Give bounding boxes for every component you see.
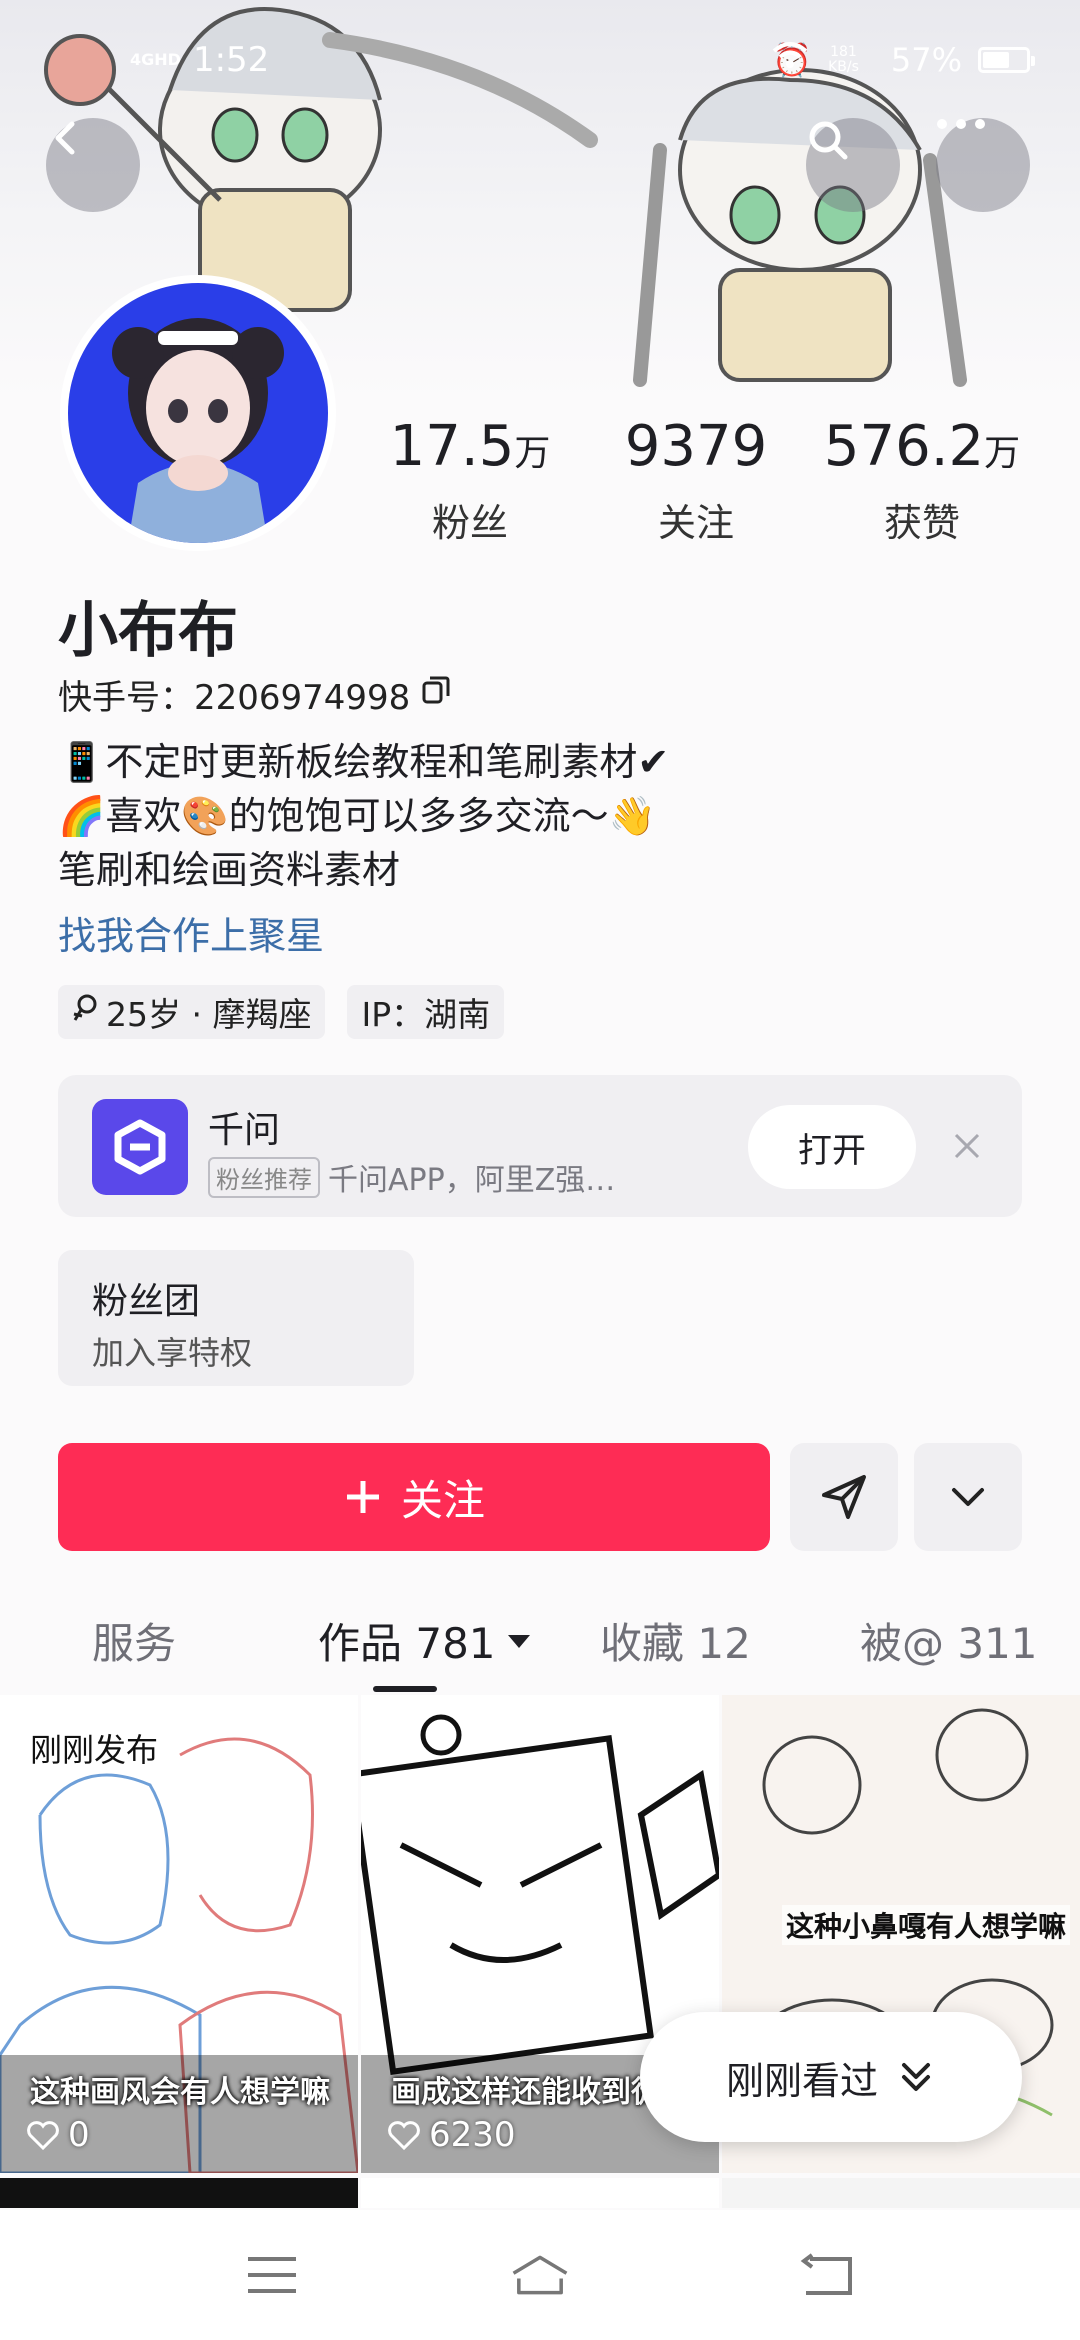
cooperation-link[interactable]: 找我合作上聚星 (58, 905, 324, 960)
battery-icon (978, 47, 1035, 73)
back-nav-icon (800, 2253, 852, 2295)
bio-line: 📱不定时更新板绘教程和笔刷素材✔ (58, 740, 670, 784)
back-arrow-icon (55, 121, 75, 155)
tab-mentions[interactable]: 被@ 311 (860, 1610, 1038, 1671)
kuaishou-id: 快手号：2206974998 (58, 670, 452, 719)
more-dots-icon (937, 119, 985, 129)
heart-icon (388, 2121, 420, 2150)
promo-badge: 粉丝推荐 (208, 1156, 320, 1198)
network-indicator: 4GHD (130, 50, 181, 69)
video-item[interactable] (722, 2178, 1080, 2208)
video-item[interactable] (0, 2178, 358, 2208)
status-bar: 4GHD 1:52 ⏰ 181 KB/s 57% (0, 30, 1080, 90)
bio-line: 🌈喜欢🎨的饱饱可以多多交流～👋 (58, 794, 656, 838)
double-chevron-down-icon (902, 2063, 930, 2091)
just-posted-badge: 刚刚发布 (30, 1731, 159, 1769)
back-button[interactable] (46, 118, 140, 212)
stat-likes[interactable]: 576.2万 获赞 (812, 415, 1032, 547)
video-caption: 这种画风会有人想学嘛 (30, 2075, 330, 2110)
more-options-button[interactable] (914, 1443, 1022, 1551)
battery-percent: 57% (890, 41, 962, 79)
heart-icon (27, 2121, 59, 2150)
promo-close-button[interactable] (942, 1121, 992, 1171)
stat-following[interactable]: 9379 关注 (586, 415, 806, 547)
video-caption: 画成这样还能收到徒 (391, 2075, 661, 2110)
promo-open-button[interactable]: 打开 (748, 1105, 916, 1189)
bio-line: 笔刷和绘画资料素材 (58, 848, 401, 892)
promo-subtitle-row: 粉丝推荐 千问APP，阿里Z强… (208, 1155, 615, 1199)
female-icon (72, 993, 98, 1032)
profile-name: 小布布 (58, 596, 238, 666)
system-navigation-bar (0, 2210, 1080, 2340)
copy-icon[interactable] (420, 674, 452, 715)
promo-title: 千问 (208, 1110, 281, 1151)
back-nav-button[interactable] (796, 2250, 856, 2300)
qianwen-logo-icon (92, 1099, 188, 1195)
stat-fans[interactable]: 17.5万 粉丝 (360, 415, 580, 547)
video-grid-row-2 (0, 2178, 1080, 2208)
ip-location-tag: IP：湖南 (347, 985, 505, 1039)
battery-fill (983, 52, 1010, 68)
video-item[interactable] (361, 2178, 719, 2208)
caret-down-icon (507, 1634, 530, 1648)
video-item[interactable]: 刚刚发布 这种画风会有人想学嘛 0 (0, 1695, 358, 2173)
promo-subtitle: 千问APP，阿里Z强… (328, 1163, 616, 1198)
plus-icon (346, 1481, 379, 1513)
menu-nav-button[interactable] (242, 2250, 302, 2300)
recently-viewed-button[interactable]: 刚刚看过 (640, 2012, 1022, 2142)
message-button[interactable] (790, 1443, 898, 1551)
tab-works[interactable]: 作品 781 (318, 1610, 532, 1671)
avatar-illustration (112, 318, 284, 543)
tab-services[interactable]: 服务 (92, 1610, 176, 1671)
menu-icon (248, 2257, 296, 2293)
follow-button[interactable]: 关注 (58, 1443, 770, 1551)
fan-club-title: 粉丝团 (92, 1281, 201, 1322)
fan-club-subtitle: 加入享特权 (92, 1334, 253, 1372)
profile-bio: 📱不定时更新板绘教程和笔刷素材✔ 🌈喜欢🎨的饱饱可以多多交流～👋 笔刷和绘画资料… (58, 735, 669, 897)
profile-tabs: 服务 作品 781 收藏 12 被@ 311 (0, 1600, 1080, 1692)
network-speed: 181 KB/s (828, 44, 859, 75)
home-nav-button[interactable] (510, 2250, 570, 2300)
send-icon (822, 1475, 866, 1519)
video-likes: 6230 (387, 2115, 516, 2155)
age-zodiac-tag: 25岁 · 摩羯座 (58, 985, 326, 1039)
video-caption: 这种小鼻嘎有人想学嘛 (782, 1905, 1071, 1945)
clock: 1:52 (192, 40, 270, 80)
chevron-down-icon (952, 1488, 984, 1506)
more-button[interactable] (936, 118, 1030, 212)
search-icon (809, 121, 848, 160)
app-promo-card[interactable]: 千问 粉丝推荐 千问APP，阿里Z强… 打开 (58, 1075, 1022, 1217)
search-button[interactable] (806, 118, 900, 212)
fan-club-card[interactable]: 粉丝团 加入享特权 (58, 1250, 414, 1386)
profile-tags: 25岁 · 摩羯座 IP：湖南 (58, 985, 505, 1039)
video-likes: 0 (26, 2115, 90, 2155)
active-tab-indicator (373, 1686, 437, 1692)
tab-favorites[interactable]: 收藏 12 (600, 1610, 751, 1671)
home-icon (512, 2255, 568, 2295)
close-icon (954, 1133, 980, 1159)
avatar[interactable] (60, 275, 336, 551)
